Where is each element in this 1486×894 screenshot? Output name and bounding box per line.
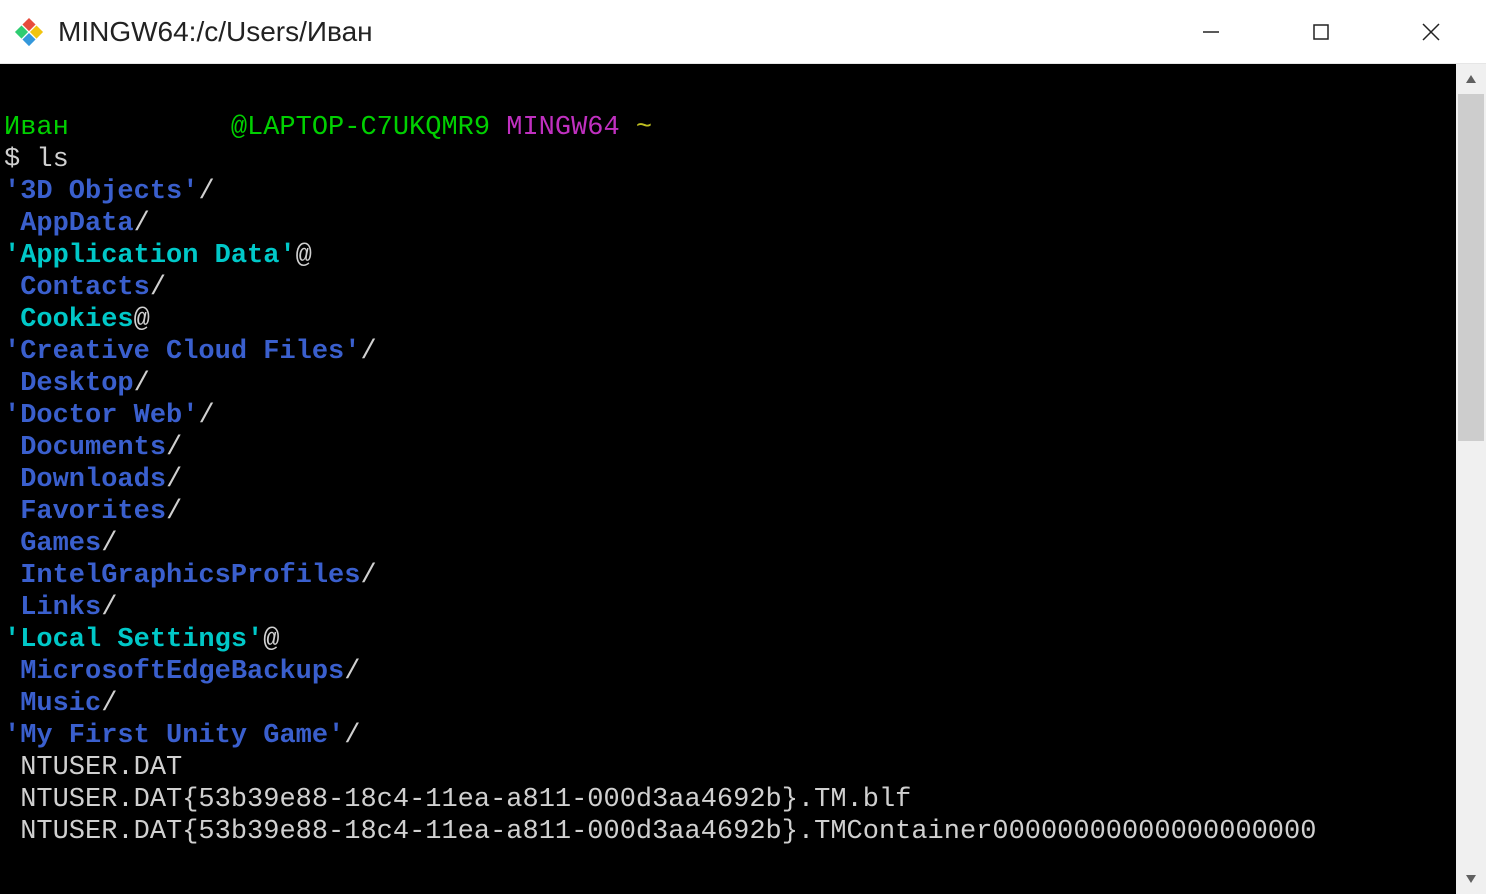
ls-entry: '3D Objects'/ bbox=[4, 176, 1452, 208]
window-titlebar: MINGW64:/c/Users/Иван bbox=[0, 0, 1486, 64]
scrollbar-thumb[interactable] bbox=[1458, 94, 1484, 441]
maximize-button[interactable] bbox=[1266, 0, 1376, 63]
ls-entry: Music/ bbox=[4, 688, 1452, 720]
prompt-line: Иван@LAPTOP-C7UKQMR9 MINGW64 ~ bbox=[4, 112, 1452, 144]
scroll-up-arrow[interactable] bbox=[1456, 64, 1486, 94]
ls-entry: Contacts/ bbox=[4, 272, 1452, 304]
terminal-container: Иван@LAPTOP-C7UKQMR9 MINGW64 ~$ ls'3D Ob… bbox=[0, 64, 1486, 894]
ls-entry: Documents/ bbox=[4, 432, 1452, 464]
ls-entry: 'Creative Cloud Files'/ bbox=[4, 336, 1452, 368]
window-title: MINGW64:/c/Users/Иван bbox=[58, 16, 1156, 48]
ls-entry: AppData/ bbox=[4, 208, 1452, 240]
window-controls bbox=[1156, 0, 1486, 63]
minimize-button[interactable] bbox=[1156, 0, 1266, 63]
vertical-scrollbar[interactable] bbox=[1456, 64, 1486, 894]
ls-entry: 'My First Unity Game'/ bbox=[4, 720, 1452, 752]
scroll-down-arrow[interactable] bbox=[1456, 864, 1486, 894]
command-line: $ ls bbox=[4, 144, 1452, 176]
ls-entry: Desktop/ bbox=[4, 368, 1452, 400]
ls-entry: Games/ bbox=[4, 528, 1452, 560]
scrollbar-track[interactable] bbox=[1456, 94, 1486, 864]
ls-entry: Favorites/ bbox=[4, 496, 1452, 528]
mingw-icon bbox=[14, 17, 44, 47]
ls-entry: NTUSER.DAT{53b39e88-18c4-11ea-a811-000d3… bbox=[4, 784, 1452, 816]
ls-entry: 'Application Data'@ bbox=[4, 240, 1452, 272]
ls-entry: 'Doctor Web'/ bbox=[4, 400, 1452, 432]
ls-entry: MicrosoftEdgeBackups/ bbox=[4, 656, 1452, 688]
ls-entry: Downloads/ bbox=[4, 464, 1452, 496]
ls-entry: NTUSER.DAT bbox=[4, 752, 1452, 784]
close-button[interactable] bbox=[1376, 0, 1486, 63]
ls-entry: NTUSER.DAT{53b39e88-18c4-11ea-a811-000d3… bbox=[4, 816, 1452, 848]
ls-entry: 'Local Settings'@ bbox=[4, 624, 1452, 656]
ls-entry: Cookies@ bbox=[4, 304, 1452, 336]
ls-entry: Links/ bbox=[4, 592, 1452, 624]
terminal-output[interactable]: Иван@LAPTOP-C7UKQMR9 MINGW64 ~$ ls'3D Ob… bbox=[0, 64, 1456, 894]
ls-entry: IntelGraphicsProfiles/ bbox=[4, 560, 1452, 592]
